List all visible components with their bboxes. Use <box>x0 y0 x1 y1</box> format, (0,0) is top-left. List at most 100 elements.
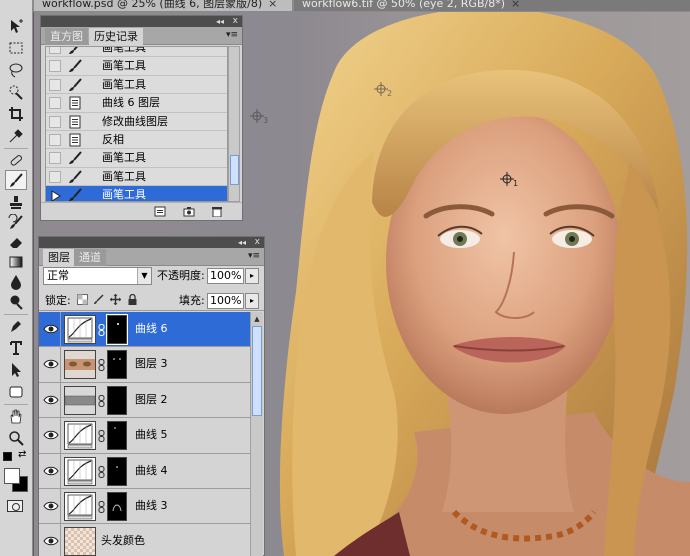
healing-brush-tool[interactable] <box>5 150 27 170</box>
history-state[interactable]: 曲线 6 图层 <box>46 94 227 113</box>
layer-mask-thumbnail[interactable] <box>107 350 127 380</box>
blur-tool[interactable] <box>5 272 27 292</box>
scrollbar-thumb[interactable] <box>252 326 262 416</box>
zoom-tool[interactable] <box>5 428 27 448</box>
link-icon[interactable] <box>98 324 105 336</box>
history-source-checkbox[interactable] <box>49 78 61 91</box>
panel-menu-icon[interactable]: ▾≡ <box>226 30 238 40</box>
gradient-tool[interactable] <box>5 252 27 272</box>
panel-titlebar[interactable]: ◂◂ x <box>41 16 242 27</box>
layer-thumbnail[interactable] <box>64 527 96 556</box>
panel-menu-icon[interactable]: ▾≡ <box>248 251 260 261</box>
clone-stamp-tool[interactable] <box>5 192 27 212</box>
brush-tool[interactable] <box>5 170 27 190</box>
fill-input[interactable]: 100% <box>207 293 244 309</box>
layer-name[interactable]: 曲线 3 <box>135 499 168 513</box>
layer-row[interactable]: 曲线 3 <box>39 488 250 525</box>
lock-all-icon[interactable] <box>127 294 138 305</box>
layer-name[interactable]: 头发颜色 <box>101 534 145 548</box>
link-icon[interactable] <box>98 500 105 513</box>
visibility-toggle[interactable] <box>39 347 61 382</box>
history-state[interactable]: 修改曲线图层 <box>46 113 227 131</box>
lock-image-pixels-icon[interactable] <box>93 294 104 305</box>
path-selection-tool[interactable] <box>5 360 27 380</box>
visibility-toggle[interactable] <box>39 453 61 488</box>
visibility-toggle[interactable] <box>39 488 61 524</box>
layer-name[interactable]: 图层 2 <box>135 393 168 407</box>
document-tab-workflow-psd[interactable]: workflow.psd @ 25% (曲线 6, 图层蒙版/8) × <box>34 0 292 11</box>
lock-transparency-icon[interactable] <box>77 294 88 305</box>
default-colors-icon[interactable] <box>3 452 12 461</box>
history-source-checkbox[interactable] <box>49 133 61 146</box>
marquee-tool[interactable] <box>5 38 27 58</box>
layer-thumbnail[interactable] <box>64 315 96 344</box>
panel-titlebar[interactable]: ◂◂ x <box>39 237 264 248</box>
history-source-checkbox[interactable] <box>49 60 61 73</box>
visibility-toggle[interactable] <box>39 382 61 418</box>
visibility-toggle[interactable] <box>39 418 61 453</box>
history-scrollbar[interactable] <box>228 46 240 202</box>
layer-row[interactable]: 头发颜色 <box>39 524 250 556</box>
crop-tool[interactable] <box>5 104 27 124</box>
collapse-panel-button[interactable]: ◂◂ <box>216 16 224 27</box>
history-source-checkbox[interactable] <box>49 152 61 165</box>
layer-row[interactable]: 图层 2 <box>39 382 250 419</box>
eyedropper-tool[interactable] <box>5 126 27 146</box>
layer-thumbnail[interactable] <box>64 385 96 415</box>
hand-tool[interactable] <box>5 406 27 426</box>
lasso-tool[interactable] <box>5 60 27 80</box>
scroll-up-icon[interactable]: ▲ <box>252 314 262 324</box>
layer-mask-thumbnail[interactable] <box>107 385 127 415</box>
color-sampler-2[interactable]: 2 <box>374 82 396 100</box>
history-source-checkbox[interactable] <box>49 170 61 183</box>
layer-row[interactable]: 曲线 4 <box>39 453 250 489</box>
close-panel-button[interactable]: x <box>233 16 238 27</box>
opacity-slider-button[interactable]: ▸ <box>245 268 259 284</box>
layer-mask-thumbnail[interactable] <box>107 421 127 451</box>
history-state[interactable]: 画笔工具 <box>46 186 227 201</box>
scrollbar-thumb[interactable] <box>230 155 239 185</box>
history-state[interactable]: 画笔工具 <box>46 168 227 187</box>
type-tool[interactable] <box>5 338 27 358</box>
layer-mask-thumbnail[interactable] <box>106 314 128 345</box>
layer-name[interactable]: 曲线 6 <box>135 322 168 336</box>
opacity-input[interactable]: 100% <box>207 268 244 284</box>
layer-name[interactable]: 曲线 5 <box>135 428 168 442</box>
dodge-tool[interactable] <box>5 292 27 312</box>
trash-icon[interactable] <box>211 206 223 217</box>
history-state[interactable]: 画笔工具 <box>46 57 227 76</box>
fill-slider-button[interactable]: ▸ <box>245 293 259 309</box>
close-panel-button[interactable]: x <box>255 237 260 248</box>
layer-thumbnail[interactable] <box>64 350 96 380</box>
tab-layers[interactable]: 图层 <box>43 249 75 266</box>
layer-thumbnail[interactable] <box>64 491 96 521</box>
pen-tool[interactable] <box>5 316 27 336</box>
quick-selection-tool[interactable] <box>5 82 27 102</box>
history-source-checkbox[interactable] <box>49 115 61 128</box>
color-sampler-3[interactable]: 3 <box>250 109 272 127</box>
close-icon[interactable]: × <box>268 0 277 10</box>
blend-mode-select[interactable]: 正常 ▼ <box>43 267 152 285</box>
close-icon[interactable]: × <box>511 0 520 10</box>
layer-thumbnail[interactable] <box>64 421 96 451</box>
collapse-panel-button[interactable]: ◂◂ <box>238 237 246 248</box>
layer-mask-thumbnail[interactable] <box>107 456 127 486</box>
layer-name[interactable]: 曲线 4 <box>135 464 168 478</box>
link-icon[interactable] <box>98 359 105 372</box>
history-source-checkbox[interactable] <box>49 47 61 54</box>
color-sampler-1[interactable]: 1 <box>500 172 522 190</box>
history-state[interactable]: 画笔工具 <box>46 47 227 58</box>
history-state[interactable]: 反相 <box>46 131 227 150</box>
layer-name[interactable]: 图层 3 <box>135 357 168 371</box>
tab-channels[interactable]: 通道 <box>74 249 106 266</box>
link-icon[interactable] <box>98 465 105 478</box>
quick-mask-icon[interactable] <box>7 500 23 512</box>
shape-tool[interactable] <box>5 382 27 402</box>
layer-row[interactable]: 曲线 6 <box>39 312 250 348</box>
layer-row[interactable]: 曲线 5 <box>39 418 250 454</box>
history-source-checkbox[interactable] <box>49 189 61 201</box>
visibility-toggle[interactable] <box>39 312 61 347</box>
lock-position-icon[interactable] <box>110 294 121 305</box>
layers-scrollbar[interactable]: ▲ <box>250 312 263 556</box>
link-icon[interactable] <box>98 430 105 443</box>
